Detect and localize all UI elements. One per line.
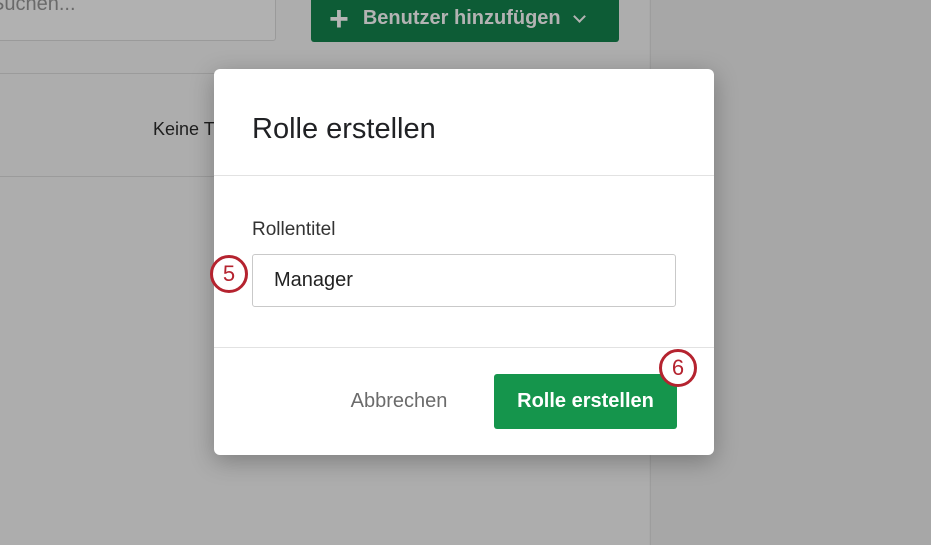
plus-icon: + bbox=[329, 0, 349, 38]
create-role-dialog: Rolle erstellen Rollentitel Abbrechen Ro… bbox=[214, 69, 714, 455]
background-search-input: Suchen... bbox=[0, 0, 276, 41]
create-role-button[interactable]: Rolle erstellen bbox=[494, 374, 677, 429]
step-marker-5: 5 bbox=[210, 255, 248, 293]
dialog-header: Rolle erstellen bbox=[214, 69, 714, 176]
step-marker-6: 6 bbox=[659, 349, 697, 387]
background-add-user-button: + Benutzer hinzufügen bbox=[311, 0, 619, 42]
role-title-label: Rollentitel bbox=[252, 219, 336, 240]
chevron-down-icon bbox=[572, 9, 586, 23]
dialog-title: Rolle erstellen bbox=[252, 113, 436, 145]
background-search-placeholder: Suchen... bbox=[0, 0, 76, 15]
background-add-user-label: Benutzer hinzufügen bbox=[362, 6, 561, 29]
footer-divider bbox=[214, 347, 714, 348]
background-empty-text: Keine T bbox=[153, 119, 215, 139]
cancel-button[interactable]: Abbrechen bbox=[342, 375, 456, 427]
role-title-input[interactable] bbox=[252, 254, 676, 307]
